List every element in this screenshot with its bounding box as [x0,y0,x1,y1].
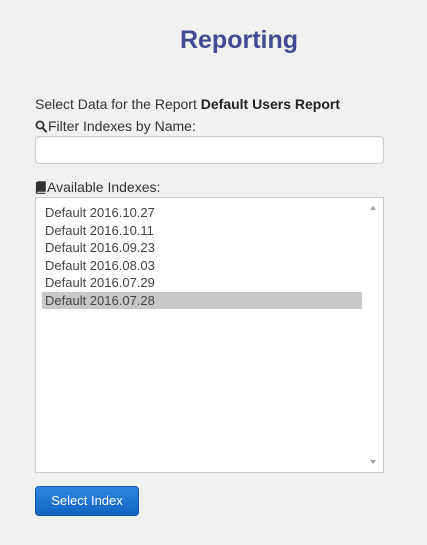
index-option[interactable]: Default 2016.08.03 [42,257,362,275]
available-indexes-label-text: Available Indexes: [47,179,161,195]
filter-input[interactable] [35,136,384,164]
index-option[interactable]: Default 2016.07.29 [42,274,362,292]
page-title: Reporting [179,26,299,54]
select-index-button[interactable]: Select Index [35,486,139,516]
index-option[interactable]: Default 2016.10.11 [42,222,362,240]
report-name: Default Users Report [200,96,341,112]
index-option[interactable]: Default 2016.10.27 [42,204,362,222]
scroll-down-arrow-icon[interactable] [370,460,376,464]
reporting-page: Reporting Select Data for the Report Def… [0,0,427,545]
search-icon [35,119,47,137]
index-option[interactable]: Default 2016.09.23 [42,239,362,257]
report-instruction: Select Data for the Report Default Users… [35,95,340,113]
indexes-listbox[interactable]: Default 2016.10.27 Default 2016.10.11 De… [35,197,384,473]
filter-label-text: Filter Indexes by Name: [48,118,196,134]
index-option[interactable]: Default 2016.07.28 [42,291,362,309]
available-indexes-label: Available Indexes: [35,178,160,198]
listbox-scrollbar[interactable] [366,198,383,472]
filter-label: Filter Indexes by Name: [35,117,196,137]
book-icon [35,180,46,198]
scroll-up-arrow-icon[interactable] [370,206,376,210]
report-instruction-text: Select Data for the Report [35,96,197,112]
index-options: Default 2016.10.27 Default 2016.10.11 De… [42,204,362,309]
